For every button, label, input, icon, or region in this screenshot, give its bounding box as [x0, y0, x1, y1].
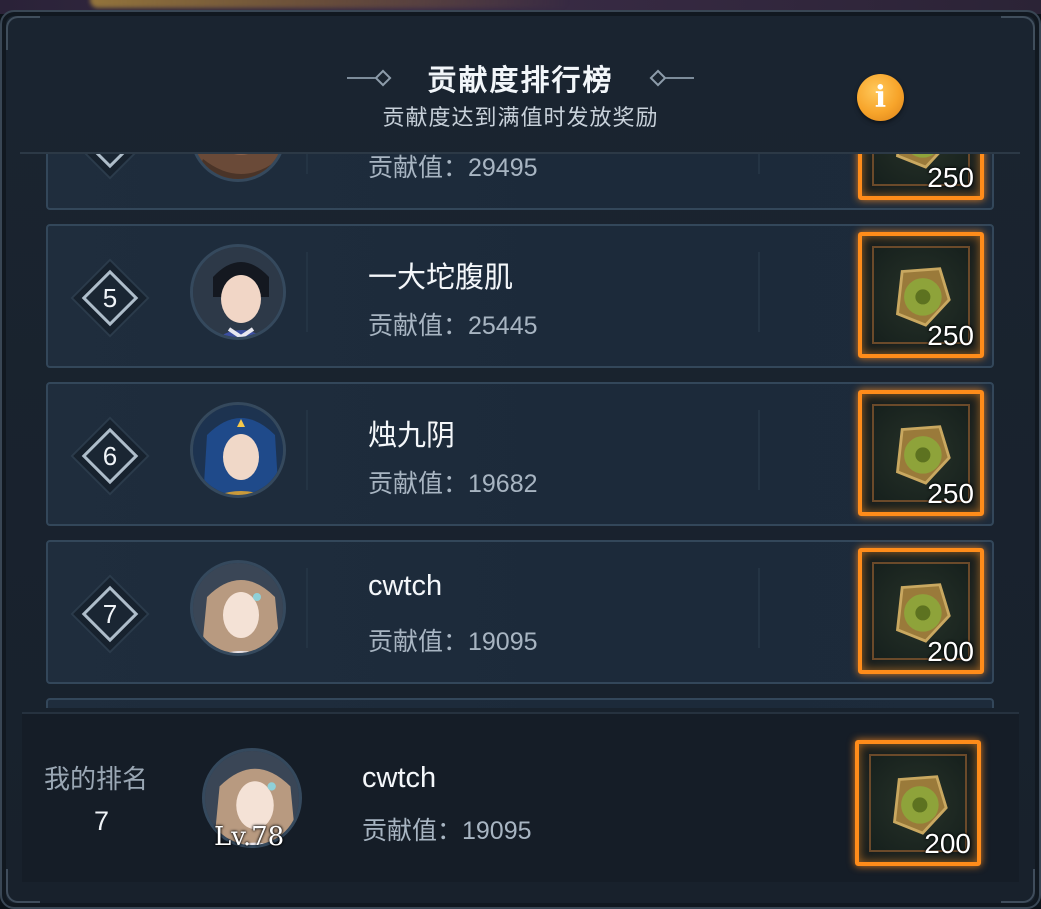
reward-count: 250 — [927, 162, 974, 193]
title-ornament-right — [632, 69, 694, 87]
reward-count: 250 — [927, 320, 974, 351]
corner-ornament — [6, 16, 40, 50]
row-divider — [306, 410, 308, 490]
ranking-row-6[interactable]: 6 烛九阴 贡献值：19682 250 — [46, 382, 994, 526]
my-contribution-value: 贡献值：19095 — [362, 817, 532, 845]
contribution-value: 贡献值：25445 — [368, 312, 538, 340]
row-divider — [306, 568, 308, 648]
row-divider — [306, 252, 308, 332]
player-avatar[interactable] — [190, 244, 286, 340]
row-divider — [758, 410, 760, 490]
ranking-list[interactable]: 4 贡献值：29495 250 5 一大坨腹肌 贡献值：25445 250 — [20, 152, 1020, 708]
contribution-value: 贡献值：29495 — [368, 154, 538, 182]
info-symbol: i — [874, 80, 887, 115]
player-level: Lv.78 — [214, 822, 285, 852]
ranking-row-7[interactable]: 7 cwtch 贡献值：19095 200 — [46, 540, 994, 684]
player-name: cwtch — [368, 570, 443, 602]
ranking-row-next[interactable] — [46, 698, 994, 708]
reward-item[interactable]: 250 — [858, 232, 984, 358]
ranking-row-4[interactable]: 4 贡献值：29495 250 — [46, 154, 994, 210]
rank-number: 6 — [102, 440, 118, 471]
my-rank-number: 7 — [94, 806, 110, 836]
my-rank-section: 我的排名 7 Lv.78 cwtch 贡献值：19095 200 — [22, 712, 1019, 882]
rank-number: 5 — [102, 282, 118, 313]
reward-count: 200 — [924, 828, 971, 859]
background-text-blur — [90, 0, 570, 8]
player-avatar[interactable] — [190, 154, 286, 182]
corner-ornament — [1001, 16, 1035, 50]
ranking-row-5[interactable]: 5 一大坨腹肌 贡献值：25445 250 — [46, 224, 994, 368]
page-title: 贡献度排行榜 — [427, 63, 614, 97]
reward-count: 250 — [927, 478, 974, 509]
row-divider — [758, 568, 760, 648]
row-divider — [306, 154, 308, 174]
row-divider — [758, 252, 760, 332]
my-player-name: cwtch — [362, 762, 437, 794]
my-rank-label: 我的排名 — [44, 765, 149, 795]
reward-item[interactable]: 250 — [858, 390, 984, 516]
player-name: 一大坨腹肌 — [368, 262, 514, 294]
contribution-value: 贡献值：19682 — [368, 470, 538, 498]
info-icon[interactable]: i — [857, 74, 904, 121]
title-ornament-left — [347, 69, 409, 87]
contribution-value: 贡献值：19095 — [368, 628, 538, 656]
my-reward-item[interactable]: 200 — [855, 740, 981, 866]
row-divider — [758, 154, 760, 174]
rank-number: 4 — [82, 154, 138, 168]
player-name: 烛九阴 — [368, 420, 456, 452]
reward-count: 200 — [927, 636, 974, 667]
player-avatar[interactable] — [190, 560, 286, 656]
reward-item[interactable]: 250 — [858, 154, 984, 200]
reward-item[interactable]: 200 — [858, 548, 984, 674]
rank-number: 7 — [102, 598, 118, 629]
player-avatar[interactable] — [190, 402, 286, 498]
